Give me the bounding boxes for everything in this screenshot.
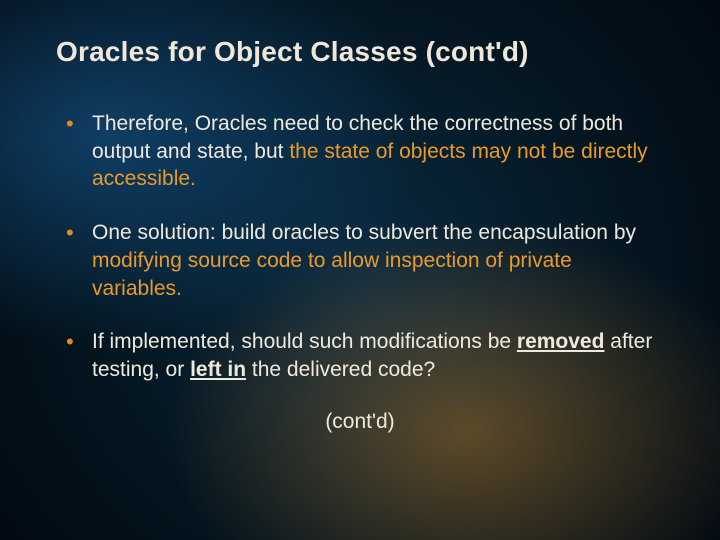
bullet-1: Therefore, Oracles need to check the cor… [66,110,664,193]
bullet-3-leftin: left in [190,358,246,381]
bullet-3-c: the delivered code? [246,358,435,381]
bullet-3: If implemented, should such modification… [66,328,664,383]
bullet-2-highlight: modifying source code to allow inspectio… [92,249,572,300]
bullet-3-a: If implemented, should such modification… [92,330,517,353]
bullet-2-text: One solution: build oracles to subvert t… [92,221,636,244]
slide: Oracles for Object Classes (cont'd) Ther… [0,0,720,540]
bullet-3-removed: removed [517,330,605,353]
continued-label: (cont'd) [56,410,664,434]
slide-title: Oracles for Object Classes (cont'd) [56,36,664,68]
bullet-list: Therefore, Oracles need to check the cor… [66,110,664,384]
bullet-2: One solution: build oracles to subvert t… [66,219,664,302]
